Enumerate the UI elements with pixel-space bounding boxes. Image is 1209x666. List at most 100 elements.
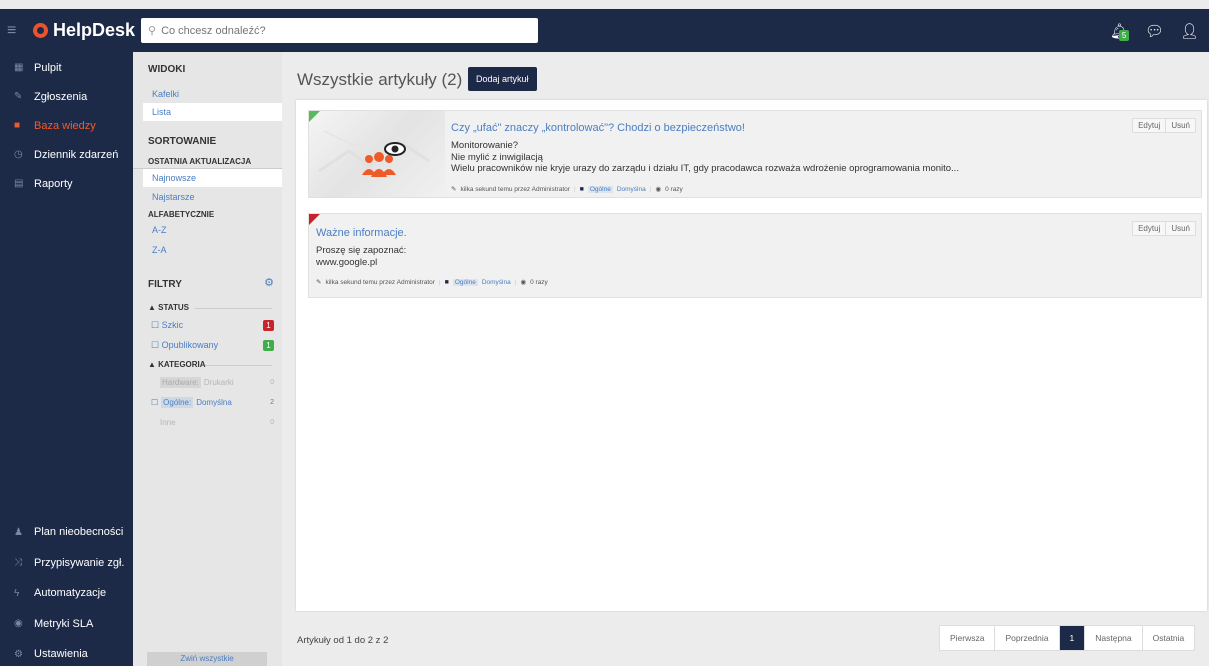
category-tag: Hardware:	[160, 376, 201, 388]
article-excerpt: Proszę się zapoznać: www.google.pl	[316, 245, 1016, 268]
excerpt-line: Monitorowanie?	[451, 140, 519, 151]
nav-item-raporty[interactable]: ▤ Raporty	[0, 169, 133, 198]
filter-status-szkic[interactable]: ☐ Szkic 1	[133, 315, 282, 335]
user-icon[interactable]: 👤︎	[1180, 22, 1199, 40]
delete-button[interactable]: Usuń	[1165, 119, 1195, 132]
nav-label: Zgłoszenia	[34, 90, 88, 103]
article-category-tag[interactable]: Ogólne	[452, 278, 478, 286]
nav-item-zgloszenia[interactable]: ✎ Zgłoszenia	[0, 82, 133, 111]
results-count: Artykuły od 1 do 2 z 2	[297, 635, 389, 646]
pager-page-1[interactable]: 1	[1058, 626, 1085, 650]
page-title: Wszystkie artykuły (2)	[297, 70, 463, 89]
nav-label: Przypisywanie zgł.	[34, 556, 125, 569]
gear-icon[interactable]: ⚙	[264, 276, 274, 289]
edit-button[interactable]: Edytuj	[1133, 222, 1165, 235]
article-actions: Edytuj Usuń	[1132, 221, 1196, 236]
search-box[interactable]: ⚲	[141, 18, 538, 43]
nav-item-dziennik[interactable]: ◷ Dziennik zdarzeń	[0, 140, 133, 169]
collapse-all-button[interactable]: Zwiń wszystkie	[147, 652, 267, 666]
grid-icon: ▦	[14, 62, 24, 73]
nav-item-metryki[interactable]: ◉ Metryki SLA	[0, 609, 133, 640]
nav-label: Pulpit	[34, 61, 62, 74]
nav-item-baza-wiedzy[interactable]: ■ Baza wiedzy	[0, 111, 133, 140]
add-article-button[interactable]: Dodaj artykuł	[468, 67, 537, 91]
filter-category-drukarki: Hardware: Drukarki 0	[133, 372, 282, 392]
nav-label: Dziennik zdarzeń	[34, 148, 119, 161]
status-corner-draft	[309, 214, 320, 225]
article-card[interactable]: Ważne informacje. Proszę się zapoznać: w…	[308, 213, 1202, 298]
pager-last[interactable]: Ostatnia	[1141, 626, 1195, 650]
excerpt-line: Wielu pracowników nie kryje urazy do zar…	[451, 163, 959, 174]
app-logo[interactable]: HelpDesk	[33, 20, 141, 41]
nav-item-automatyzacje[interactable]: ϟ Automatyzacje	[0, 578, 133, 609]
checkbox[interactable]: ☐	[151, 398, 158, 407]
shuffle-icon: ⤨	[14, 557, 22, 569]
category-label: Inne	[160, 417, 176, 427]
nav-label: Automatyzacje	[34, 587, 107, 600]
nav-item-plan[interactable]: ♟ Plan nieobecności	[0, 517, 133, 548]
views-heading: WIDOKI	[148, 64, 186, 75]
article-category[interactable]: Domyślna	[482, 279, 511, 286]
filter-category-inne: Inne 0	[133, 412, 282, 432]
count-badge: 1	[263, 339, 274, 351]
nav-label: Raporty	[34, 177, 73, 190]
nav-label: Baza wiedzy	[34, 119, 96, 132]
category-count: 0	[270, 418, 274, 426]
report-icon: ▤	[14, 178, 24, 189]
nav-item-pulpit[interactable]: ▦ Pulpit	[0, 53, 133, 82]
excerpt-line: Nie mylić z inwigilacją	[451, 151, 543, 163]
sort-oldest[interactable]: Najstarsze	[133, 188, 282, 206]
status-corner-published	[309, 111, 320, 122]
monitoring-eye-image	[318, 127, 430, 177]
article-category[interactable]: Domyślna	[617, 186, 646, 193]
nav-item-przypisywanie[interactable]: ⤨ Przypisywanie zgł.	[0, 548, 133, 579]
view-lista[interactable]: Lista	[143, 103, 282, 121]
edit-button[interactable]: Edytuj	[1133, 119, 1165, 132]
sort-newest[interactable]: Najnowsze	[143, 169, 282, 187]
nav-item-ustawienia[interactable]: ⚙ Ustawienia	[0, 639, 133, 666]
pager-next[interactable]: Następna	[1084, 626, 1141, 650]
ticket-icon: ✎	[14, 91, 23, 102]
article-excerpt: Monitorowanie? Nie mylić z inwigilacją W…	[451, 140, 1131, 175]
articles-list: Czy „ufać" znaczy „kontrolować"? Chodzi …	[296, 100, 1207, 611]
search-input[interactable]	[161, 24, 522, 37]
nav-label: Plan nieobecności	[34, 526, 124, 539]
sort-heading: SORTOWANIE	[148, 136, 217, 147]
users-icon: ♟	[14, 526, 23, 538]
pager-prev[interactable]: Poprzednia	[994, 626, 1058, 650]
main-content: Wszystkie artykuły (2) Dodaj artykuł Czy…	[282, 52, 1209, 666]
filter-category-domyslna[interactable]: ☐ Ogólne: Domyślna 2	[133, 392, 282, 412]
status-heading[interactable]: ▲ STATUS	[133, 301, 282, 315]
category-count: 0	[270, 378, 274, 386]
sort-alpha-heading: ALFABETYCZNIE	[148, 210, 215, 219]
main-nav: ▦ Pulpit ✎ Zgłoszenia ■ Baza wiedzy ◷ Dzienn…	[0, 52, 133, 666]
filter-status-opublikowany[interactable]: ☐ Opublikowany 1	[133, 335, 282, 355]
excerpt-line: Proszę się zapoznać:	[316, 245, 407, 256]
article-actions: Edytuj Usuń	[1132, 118, 1196, 133]
view-kafelki[interactable]: Kafelki	[133, 85, 282, 103]
article-title[interactable]: Ważne informacje.	[316, 227, 407, 239]
article-title[interactable]: Czy „ufać" znaczy „kontrolować"? Chodzi …	[451, 122, 745, 134]
book-icon: ■	[14, 120, 21, 131]
sort-az[interactable]: A-Z	[133, 221, 282, 239]
pager-first[interactable]: Pierwsza	[940, 626, 994, 650]
category-tag: Ogólne:	[161, 396, 194, 408]
pagination: Pierwsza Poprzednia 1 Następna Ostatnia	[939, 625, 1196, 651]
eye-icon: ◉	[655, 186, 662, 193]
article-card[interactable]: Czy „ufać" znaczy „kontrolować"? Chodzi …	[308, 110, 1202, 198]
notifications-bell-icon[interactable]: 🔔︎5	[1110, 22, 1130, 41]
menu-icon[interactable]: ≡	[7, 22, 27, 39]
delete-button[interactable]: Usuń	[1165, 222, 1195, 235]
article-author: kilka sekund temu przez Administrator	[325, 278, 435, 286]
chat-icon[interactable]: 💬︎	[1145, 22, 1164, 40]
article-category-tag[interactable]: Ogólne	[587, 185, 613, 193]
knowledge-base-panel: WIDOKI Kafelki Lista SORTOWANIE OSTATNIA…	[133, 52, 282, 666]
category-label: Drukarki	[203, 377, 234, 387]
article-views: 0 razy	[530, 278, 548, 286]
category-heading[interactable]: ▲ KATEGORIA	[133, 358, 282, 372]
pencil-icon: ✎	[451, 186, 457, 193]
sort-za[interactable]: Z-A	[133, 241, 282, 259]
nav-label: Ustawienia	[34, 648, 88, 661]
article-thumbnail	[309, 111, 445, 197]
top-bar: ≡ HelpDesk ⚲ 🔔︎5 💬︎ 👤︎	[0, 9, 1209, 52]
